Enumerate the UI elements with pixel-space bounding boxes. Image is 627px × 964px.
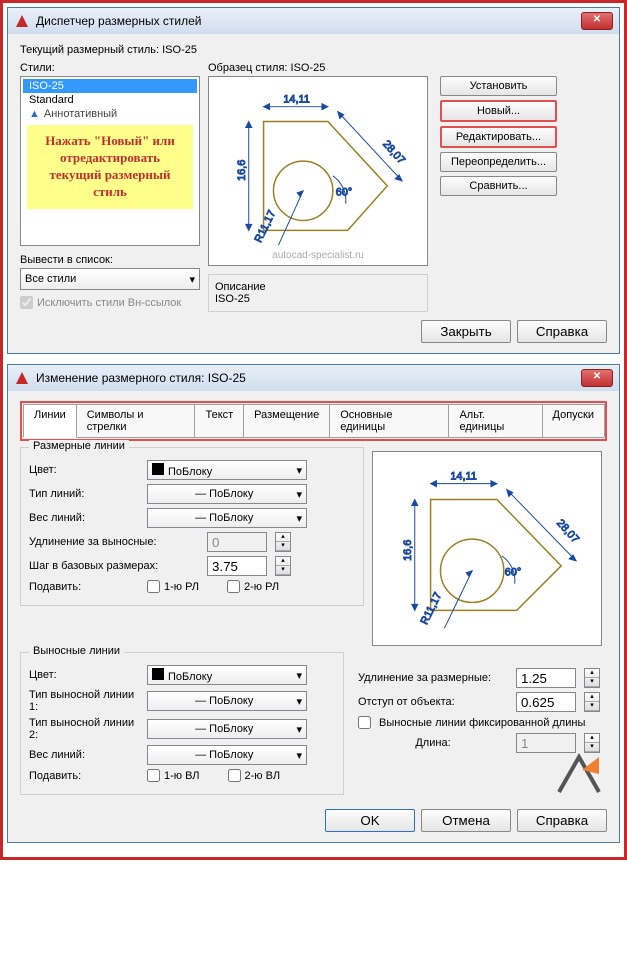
tab-alt[interactable]: Альт. единицы (448, 404, 542, 437)
chevron-down-icon: ▾ (296, 723, 302, 736)
spinner[interactable]: ▴▾ (275, 532, 291, 552)
styles-label: Стили: (20, 62, 200, 74)
style-preview: 14,11 16,6 28,07 R11,17 60° autocad-spec… (208, 76, 428, 266)
annotative-icon: ▲ (29, 108, 40, 120)
lineweight-combo[interactable]: — ПоБлоку▾ (147, 508, 307, 528)
spinner[interactable]: ▴▾ (584, 733, 600, 753)
tab-lines[interactable]: Линии (23, 404, 77, 438)
suppress-1rl-checkbox[interactable]: 1-ю РЛ (147, 580, 199, 593)
svg-text:60°: 60° (505, 567, 521, 579)
ok-button[interactable]: OK (325, 809, 415, 832)
svg-text:14,11: 14,11 (283, 94, 309, 106)
suppress-1vl-checkbox[interactable]: 1-ю ВЛ (147, 769, 200, 782)
description-box: Описание ISO-25 (208, 274, 428, 312)
tab-tolerances[interactable]: Допуски (542, 404, 605, 437)
chevron-down-icon: ▾ (296, 512, 302, 525)
extension-lines-group: Выносные линии Цвет: ПоБлоку▾ Тип выносн… (20, 652, 344, 795)
chevron-down-icon: ▾ (296, 464, 302, 477)
svg-text:60°: 60° (336, 187, 352, 199)
brand-logo-icon (554, 752, 604, 797)
suppress-2vl-checkbox[interactable]: 2-ю ВЛ (228, 769, 281, 782)
spinner[interactable]: ▴▾ (584, 668, 600, 688)
chevron-down-icon: ▾ (296, 749, 302, 762)
dimension-lines-group: Размерные линии Цвет: ПоБлоку▾ Тип линий… (20, 447, 364, 606)
linetype-combo[interactable]: — ПоБлоку▾ (147, 484, 307, 504)
dim-style-manager-dialog: Диспетчер размерных стилей ✕ Текущий раз… (7, 7, 620, 354)
close-dialog-button[interactable]: Закрыть (421, 320, 511, 343)
fixed-length-checkbox[interactable]: Выносные линии фиксированной длины (358, 716, 601, 729)
app-icon (14, 13, 30, 29)
spinner[interactable]: ▴▾ (584, 692, 600, 712)
length-input (516, 733, 576, 753)
titlebar-2[interactable]: Изменение размерного стиля: ISO-25 ✕ (8, 365, 619, 391)
current-style-label: Текущий размерный стиль: ISO-25 (20, 44, 607, 56)
ext2-type-combo[interactable]: — ПоБлоку▾ (147, 719, 307, 739)
list-filter-select[interactable]: Все стили▾ (20, 268, 200, 290)
spinner[interactable]: ▴▾ (275, 556, 291, 576)
chevron-down-icon: ▾ (296, 669, 302, 682)
window-title: Диспетчер размерных стилей (36, 14, 581, 28)
svg-text:R11,17: R11,17 (253, 208, 279, 244)
cancel-button[interactable]: Отмена (421, 809, 511, 832)
style-item-standard[interactable]: Standard (23, 93, 197, 107)
style-item-annotative[interactable]: ▲Аннотативный (23, 107, 197, 121)
compare-button[interactable]: Сравнить... (440, 176, 557, 196)
svg-text:16,6: 16,6 (402, 540, 414, 561)
help-button[interactable]: Справка (517, 320, 607, 343)
new-button[interactable]: Новый... (440, 100, 557, 122)
modify-dim-style-dialog: Изменение размерного стиля: ISO-25 ✕ Лин… (7, 364, 620, 843)
style-preview-2: 14,11 16,6 28,07 R11,17 60° (372, 451, 602, 646)
watermark: autocad-specialist.ru (209, 250, 427, 261)
tab-primary[interactable]: Основные единицы (329, 404, 449, 437)
window-title-2: Изменение размерного стиля: ISO-25 (36, 371, 581, 385)
color-combo[interactable]: ПоБлоку▾ (147, 460, 307, 480)
tab-symbols[interactable]: Символы и стрелки (76, 404, 196, 437)
checkbox-input[interactable] (20, 296, 33, 309)
svg-text:16,6: 16,6 (236, 160, 248, 181)
tab-text[interactable]: Текст (194, 404, 244, 437)
instruction-note: Нажать "Новый" или отредактировать текущ… (27, 125, 193, 209)
offset-input[interactable] (516, 692, 576, 712)
override-button[interactable]: Переопределить... (440, 152, 557, 172)
ext1-type-combo[interactable]: — ПоБлоку▾ (147, 691, 307, 711)
styles-listbox[interactable]: ISO-25 Standard ▲Аннотативный Нажать "Но… (20, 76, 200, 246)
help-button-2[interactable]: Справка (517, 809, 607, 832)
ext-beyond-input[interactable] (516, 668, 576, 688)
ext-color-combo[interactable]: ПоБлоку▾ (147, 665, 307, 685)
tabs-container: Линии Символы и стрелки Текст Размещение… (23, 404, 604, 438)
close-button-2[interactable]: ✕ (581, 369, 613, 387)
chevron-down-icon: ▾ (296, 488, 302, 501)
svg-text:R11,17: R11,17 (419, 590, 445, 626)
tab-fit[interactable]: Размещение (243, 404, 330, 437)
modify-button[interactable]: Редактировать... (440, 126, 557, 148)
sample-label: Образец стиля: ISO-25 (208, 62, 428, 74)
style-item-iso25[interactable]: ISO-25 (23, 79, 197, 93)
chevron-down-icon: ▾ (296, 695, 302, 708)
set-current-button[interactable]: Установить (440, 76, 557, 96)
extend-input (207, 532, 267, 552)
exclude-xref-checkbox[interactable]: Исключить стили Вн-ссылок (20, 296, 200, 309)
suppress-2rl-checkbox[interactable]: 2-ю РЛ (227, 580, 279, 593)
chevron-down-icon: ▾ (189, 273, 195, 286)
app-icon (14, 370, 30, 386)
list-filter-label: Вывести в список: (20, 254, 200, 266)
svg-text:28,07: 28,07 (554, 517, 581, 545)
svg-text:14,11: 14,11 (450, 471, 476, 483)
baseline-input[interactable] (207, 556, 267, 576)
titlebar[interactable]: Диспетчер размерных стилей ✕ (8, 8, 619, 34)
ext-lineweight-combo[interactable]: — ПоБлоку▾ (147, 745, 307, 765)
close-button[interactable]: ✕ (581, 12, 613, 30)
